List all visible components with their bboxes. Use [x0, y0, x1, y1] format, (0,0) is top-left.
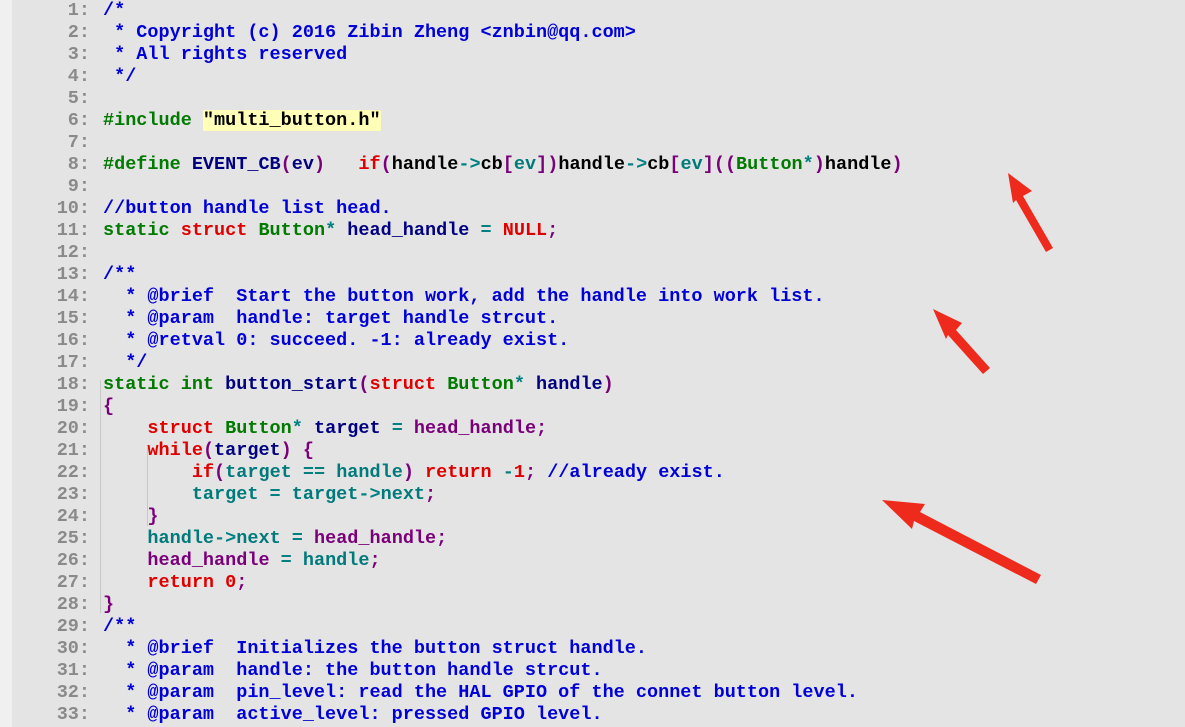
code-editor[interactable]: 1:/* 2: * Copyright (c) 2016 Zibin Zheng …	[0, 0, 1185, 727]
annotation-overlay	[882, 173, 1053, 584]
red-arrow-icon	[933, 309, 990, 374]
red-arrow-icon	[882, 500, 1041, 584]
red-arrow-icon	[1008, 173, 1053, 252]
